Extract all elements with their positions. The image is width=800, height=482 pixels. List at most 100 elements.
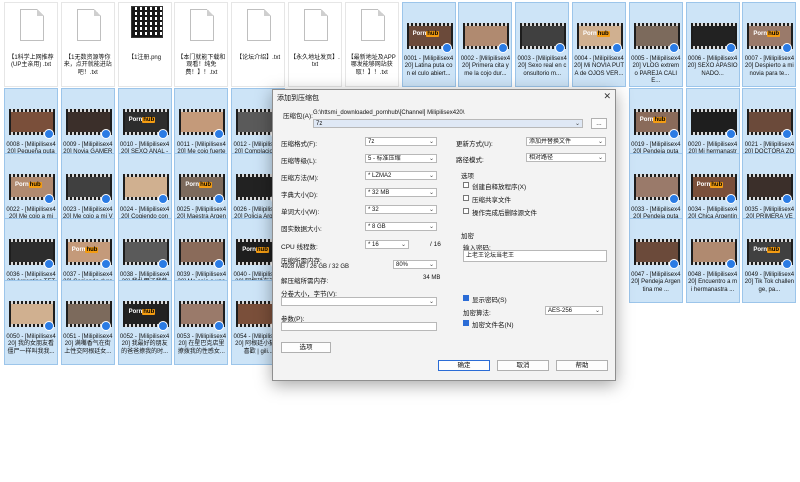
media-player-icon [100,194,111,204]
file-name: 0049 - [Milipilisex420] Tik Tok challeng… [744,272,795,293]
sfx-checkbox[interactable] [463,182,469,188]
decomp-label: 解压缩所需内存: [281,278,329,285]
video-file-tile[interactable]: 0050 - [Milipilisex420] 我的女朋友看僵尸一样叫我我... [4,280,58,365]
file-name: 0053 - [Milipilisex420] 在星巴克店里撩拨我的性感女... [176,334,227,355]
file-tile[interactable]: 【1无数资源等你来，点开就能进站吧！.txt [60,2,115,87]
logo-badge: Pornhub [128,309,156,315]
password-input[interactable]: 上老王论坛当老王 [463,250,607,262]
video-file-tile[interactable]: 0048 - [Milipilisex420] Encuentro a mi h… [685,218,740,303]
file-name: 0006 - [Milipilisex420] SEXO APASIONADO.… [687,56,738,77]
enc-method-label: 加密算法: [463,310,491,317]
logo-badge: Pornhub [639,117,667,123]
file-name: 【本门就能下载和观看！纯免费！】！.txt [177,55,226,76]
video-file-tile[interactable]: 0047 - [Milipilisex420] Pendeja Argentin… [628,218,683,303]
browse-button[interactable]: ... [591,118,607,129]
options-button[interactable]: 选项 [281,342,331,353]
chevron-down-icon: ⌄ [597,139,603,145]
text-file-icon [360,9,385,41]
word-label: 单词大小(W): [281,209,320,216]
encrypt-names-label: 加密文件名(N) [472,322,514,329]
video-file-tile[interactable]: 0003 - [Milipilisex420] Sexo real en con… [515,2,570,87]
file-name: 【论坛介绍】.txt [236,55,281,61]
dict-label: 字典大小(D): [281,192,318,199]
media-player-icon [782,259,793,269]
video-file-tile[interactable]: 0005 - [Milipilisex420] VLOG extremo PAR… [628,2,683,87]
video-file-tile[interactable]: 0053 - [Milipilisex420] 在星巴克店里撩拨我的性感女... [174,280,229,365]
params-input[interactable] [281,322,437,331]
word-value: * 32 [368,207,379,213]
media-player-icon [44,321,54,331]
logo-badge: Pornhub [412,31,440,37]
file-tile[interactable]: 【1科学上网推荐(UP主亲用) .txt [4,2,58,87]
shared-label: 压缩共享文件 [472,197,511,204]
enc-method-select[interactable]: AES-256 ⌄ [545,306,603,315]
media-player-icon [100,129,111,139]
format-select[interactable]: 7z ⌄ [365,137,437,146]
chevron-down-icon: ⌄ [428,190,434,196]
method-select[interactable]: * LZMA2 ⌄ [365,171,437,180]
media-player-icon [782,43,793,53]
mem-pct-select[interactable]: 80% ⌄ [393,260,437,269]
mem-pct-value: 80% [396,262,409,268]
logo-badge: Pornhub [185,182,213,188]
show-password-label: 显示密码(S) [472,297,507,304]
qr-code-icon [130,6,163,38]
video-file-tile[interactable]: Pornhub 0052 - [Milipilisex420] 我最好的朋友的爸爸… [117,280,172,365]
file-tile[interactable]: 【1注册.png [117,2,172,87]
text-file-icon [247,9,272,41]
threads-select[interactable]: * 16 ⌄ [365,240,409,249]
level-value: 5 - 标准压缩 [368,156,401,162]
threads-value: * 16 [368,242,379,248]
media-player-icon [668,129,679,139]
file-name: 【1科学上网推荐(UP主亲用) .txt [8,55,54,69]
dict-select[interactable]: * 32 MB ⌄ [365,188,437,197]
add-to-archive-dialog: 添加到压缩包 ✕ 压缩包(A): G:\httsmi_downloaded_po… [272,89,616,381]
chevron-down-icon: ⌄ [428,262,434,268]
text-file-icon [20,9,44,41]
video-file-tile[interactable]: 0051 - [Milipilisex420] 满嘴香气在街上性交阿根廷女... [60,280,115,365]
delete-checkbox[interactable] [463,208,469,214]
media-player-icon [612,43,622,53]
close-icon[interactable]: ✕ [603,91,611,102]
video-file-tile[interactable]: Pornhub 0007 - [Milipilisex420] Despierto… [742,2,797,87]
file-tile[interactable]: 【本门就能下载和观看！纯免费！】！.txt [174,2,229,87]
media-player-icon [157,259,168,269]
level-label: 压缩等级(L): [281,158,317,165]
video-file-tile[interactable]: 0006 - [Milipilisex420] SEXO APASIONADO.… [685,2,740,87]
update-value: 添加并替换文件 [529,139,572,145]
shared-checkbox[interactable] [463,195,469,201]
file-name: 0007 - [Milipilisex420] Despierto a mi n… [744,56,795,77]
logo-badge: Pornhub [583,31,610,37]
method-label: 压缩方法(M): [281,175,319,182]
logo-badge: Pornhub [242,247,269,253]
video-file-tile[interactable]: 0002 - [Milipilisex420] Primera cita y m… [458,2,513,87]
solid-select[interactable]: * 8 GB ⌄ [365,222,437,231]
delete-label: 操作完成后删除源文件 [472,210,537,217]
media-player-icon [157,194,168,204]
show-password-checkbox[interactable] [463,295,469,301]
video-file-tile[interactable]: Pornhub 0001 - [Milipilisex420] Latina pu… [401,2,456,87]
level-select[interactable]: 5 - 标准压缩 ⌄ [365,154,437,163]
file-tile[interactable]: 【最新地址及APP哪发能够网站获取！】！.txt [344,2,399,87]
media-player-icon [100,321,111,331]
ok-button[interactable]: 确定 [438,360,490,371]
video-file-tile[interactable]: Pornhub 0049 - [Milipilisex420] Tik Tok c… [742,218,797,303]
archive-name-field[interactable]: 7z ⌄ [313,119,583,128]
update-select[interactable]: 添加并替换文件 ⌄ [526,137,606,146]
enc-method-value: AES-256 [548,308,573,314]
encrypt-names-checkbox[interactable] [463,320,469,326]
file-tile[interactable]: 【永久地址发页】.txt [288,2,342,87]
cancel-button[interactable]: 取消 [497,360,549,371]
split-select[interactable]: ⌄ [281,297,437,306]
pathmode-select[interactable]: 相对路径 ⌄ [526,153,606,162]
mem-value: 4928 MB / 26 GB / 32 GB [281,264,350,270]
file-name: 0001 - [Milipilisex420] Latina puta con … [403,56,454,77]
help-button[interactable]: 帮助 [556,360,608,371]
file-tile[interactable]: 【论坛介绍】.txt [231,2,286,87]
update-label: 更新方式(U): [456,141,493,148]
logo-badge: Pornhub [128,117,156,123]
word-select[interactable]: * 32 ⌄ [365,205,437,214]
video-file-tile[interactable]: Pornhub 0004 - [Milipilisex420] Mi NOVIA … [572,2,626,87]
chevron-down-icon: ⌄ [594,308,600,314]
file-name: 0047 - [Milipilisex420] Pendeja Argentin… [631,272,681,293]
